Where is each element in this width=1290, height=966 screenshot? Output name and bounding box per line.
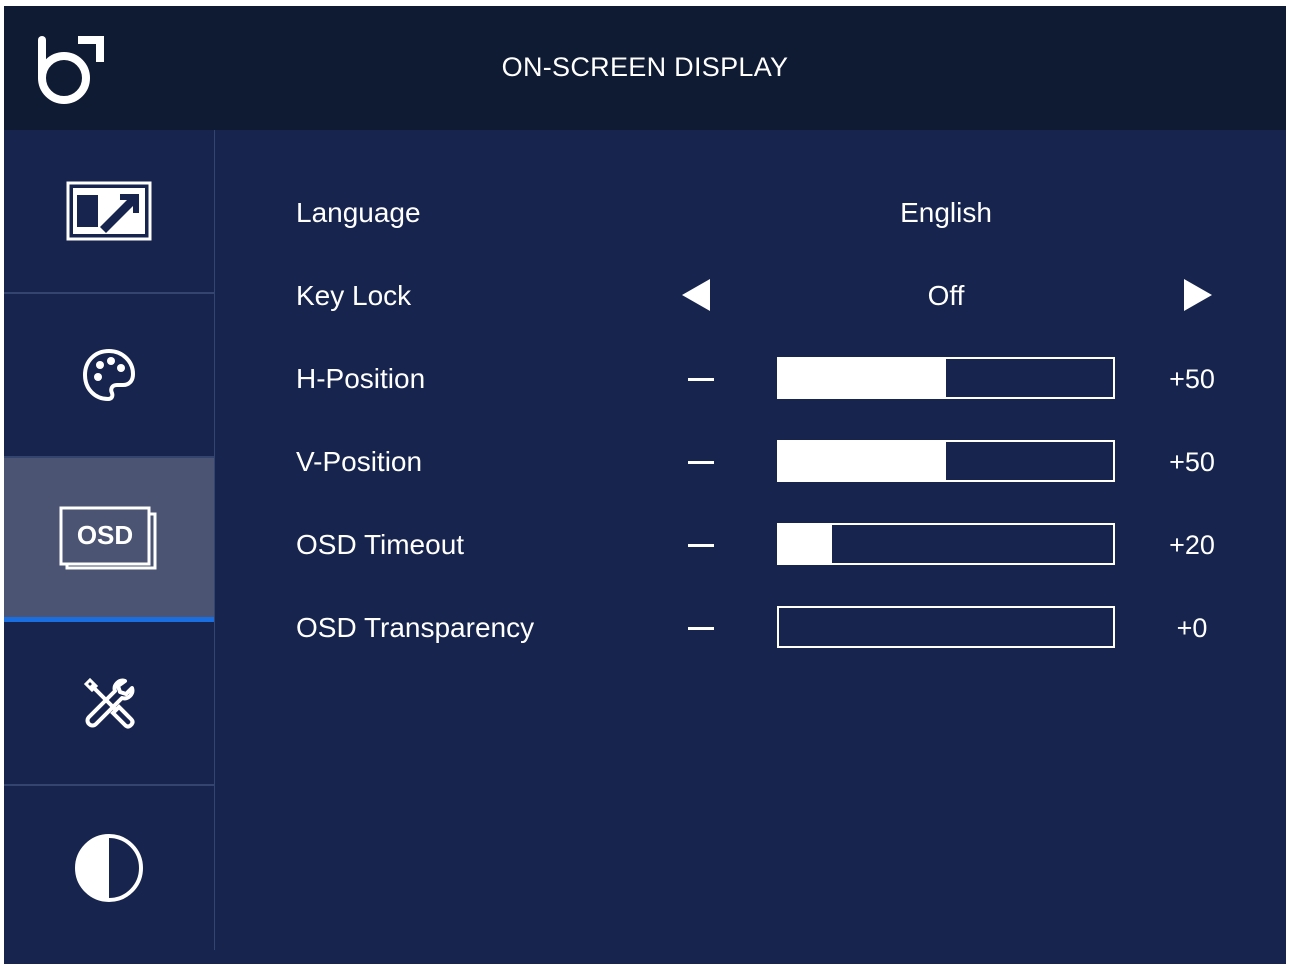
h-position-label: H-Position — [296, 363, 426, 394]
sidebar-item-contrast[interactable] — [4, 786, 214, 950]
osd-transparency-slider[interactable] — [777, 606, 1115, 648]
contrast-icon — [75, 834, 143, 902]
palette-icon — [82, 348, 136, 402]
osd-timeout-label: OSD Timeout — [296, 529, 465, 560]
sidebar-item-picture[interactable] — [4, 130, 214, 294]
language-value[interactable]: English — [846, 196, 1046, 230]
v-position-slider[interactable] — [777, 440, 1115, 482]
osd-icon-text: OSD — [77, 520, 133, 550]
key-lock-value: Off — [927, 280, 965, 311]
v-position-label: V-Position — [296, 446, 423, 477]
h-position-slider-fill — [779, 359, 946, 397]
picture-adjust-icon — [66, 181, 152, 241]
tools-icon — [83, 677, 135, 729]
osd-timeout-slider-fill — [779, 525, 833, 563]
osd-transparency-label: OSD Transparency — [296, 612, 535, 643]
sidebar-item-color[interactable] — [4, 294, 214, 458]
h-position-slider[interactable] — [777, 357, 1115, 399]
h-position-value: +50 — [1169, 364, 1215, 394]
v-position-value: +50 — [1169, 447, 1215, 477]
header-bar: ON-SCREEN DISPLAY — [4, 6, 1286, 130]
osd-transparency-decrease-icon[interactable] — [688, 627, 714, 630]
osd-timeout-value: +20 — [1169, 530, 1215, 560]
sidebar-item-tools[interactable] — [4, 622, 214, 786]
sidebar-item-osd[interactable]: OSD — [4, 458, 214, 622]
osd-window: ON-SCREEN DISPLAY OSD Language English K… — [4, 6, 1286, 964]
h-position-decrease-icon[interactable] — [688, 378, 714, 381]
osd-icon: OSD — [59, 506, 157, 569]
sidebar-divider — [214, 130, 215, 950]
language-label: Language — [296, 197, 421, 228]
key-lock-right-arrow-icon[interactable] — [1184, 279, 1212, 311]
osd-timeout-slider[interactable] — [777, 523, 1115, 565]
v-position-decrease-icon[interactable] — [688, 461, 714, 464]
key-lock-label: Key Lock — [296, 280, 412, 311]
osd-transparency-value: +0 — [1176, 613, 1208, 643]
v-position-slider-fill — [779, 442, 946, 480]
page-title: ON-SCREEN DISPLAY — [501, 52, 789, 82]
osd-timeout-decrease-icon[interactable] — [688, 544, 714, 547]
sidebar: OSD — [4, 130, 214, 950]
key-lock-left-arrow-icon[interactable] — [682, 279, 710, 311]
